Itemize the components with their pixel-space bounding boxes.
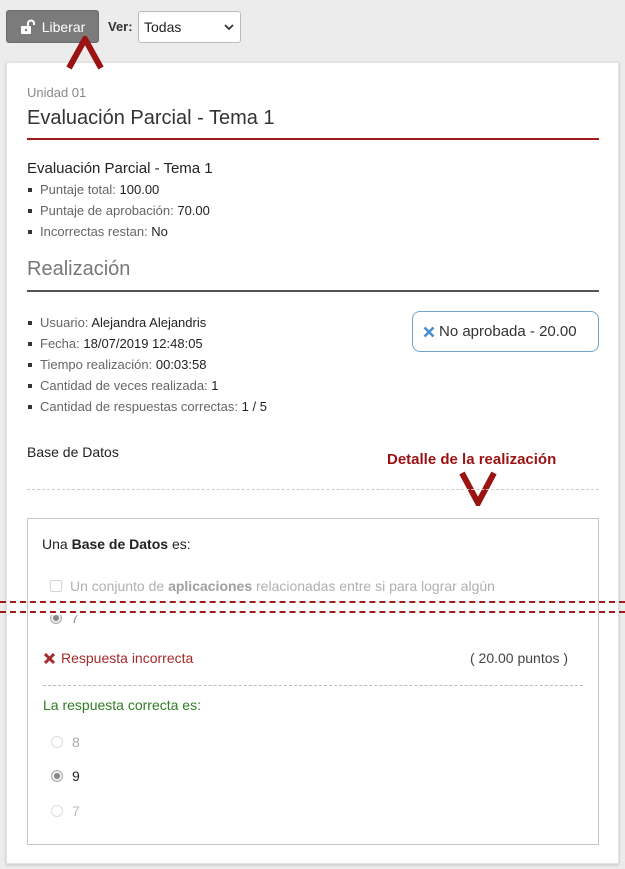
question-text: Una Base de Datos es: <box>42 536 191 552</box>
result-text: Respuesta incorrecta <box>61 650 194 666</box>
info-label: Puntaje de aprobación: <box>40 203 174 218</box>
info-label: Incorrectas restan: <box>40 224 148 239</box>
info-item-fecha: Fecha: 18/07/2019 12:48:05 <box>27 333 267 354</box>
info-item-tiempo: Tiempo realización: 00:03:58 <box>27 354 267 375</box>
info-value: 18/07/2019 12:48:05 <box>83 336 203 351</box>
points-label: ( 20.00 puntos ) <box>470 650 569 666</box>
option-suffix: relacionadas entre si para lograr algún <box>252 578 495 594</box>
liberar-label: Liberar <box>41 18 86 35</box>
ver-select[interactable]: Todas <box>138 11 241 43</box>
evaluation-name: Evaluación Parcial - Tema 1 <box>27 160 213 177</box>
answer-option-faded: Un conjunto de aplicaciones relacionadas… <box>50 578 495 594</box>
info-item-puntaje-aprobacion: Puntaje de aprobación: 70.00 <box>27 200 210 221</box>
ver-label: Ver: <box>108 19 133 34</box>
option-value: 8 <box>72 734 80 750</box>
realization-divider <box>27 290 599 292</box>
detail-annotation-label: Detalle de la realización <box>387 451 557 468</box>
section-name: Base de Datos <box>27 444 119 460</box>
realization-info-list: Usuario: Alejandra Alejandris Fecha: 18/… <box>27 312 267 417</box>
ver-select-value: Todas <box>144 19 182 35</box>
cut-line-top <box>0 601 625 603</box>
info-value: 100.00 <box>119 182 160 197</box>
info-value: 00:03:58 <box>155 357 207 372</box>
info-item-correctas: Cantidad de respuestas correctas: 1 / 5 <box>27 396 267 417</box>
info-value: Alejandra Alejandris <box>91 315 207 330</box>
status-text: No aprobada - 20.00 <box>439 323 577 340</box>
info-label: Puntaje total: <box>40 182 116 197</box>
option-text: Un conjunto de aplicaciones relacionadas… <box>70 578 495 594</box>
unit-label: Unidad 01 <box>27 85 87 100</box>
correct-option-3: 7 <box>51 803 80 819</box>
option-value: 7 <box>72 803 80 819</box>
radio-icon <box>51 736 63 748</box>
cut-line-bottom <box>0 611 625 613</box>
question-prefix: Una <box>42 536 72 552</box>
option-bold: aplicaciones <box>168 578 253 594</box>
info-item-veces: Cantidad de veces realizada: 1 <box>27 375 267 396</box>
radio-selected-icon <box>51 770 63 782</box>
correct-option-1: 8 <box>51 734 80 750</box>
correct-answer-label: La respuesta correcta es: <box>43 697 201 713</box>
info-label: Tiempo realización: <box>40 357 153 372</box>
info-item-usuario: Usuario: Alejandra Alejandris <box>27 312 267 333</box>
info-item-puntaje-total: Puntaje total: 100.00 <box>27 179 210 200</box>
info-value: No <box>151 224 168 239</box>
page-title: Evaluación Parcial - Tema 1 <box>27 107 275 129</box>
info-value: 1 <box>211 378 219 393</box>
caret-down-annotation-icon <box>459 471 497 506</box>
info-value: 70.00 <box>177 203 210 218</box>
close-icon <box>423 326 435 337</box>
info-value: 1 / 5 <box>241 399 267 414</box>
evaluation-info-list: Puntaje total: 100.00 Puntaje de aprobac… <box>27 179 210 242</box>
unlock-icon <box>20 19 35 34</box>
result-incorrect: Respuesta incorrecta <box>43 650 193 666</box>
info-label: Usuario: <box>40 315 89 330</box>
info-item-incorrectas-restan: Incorrectas restan: No <box>27 221 210 242</box>
answer-divider <box>43 685 583 686</box>
info-label: Cantidad de veces realizada: <box>40 378 208 393</box>
status-badge: No aprobada - 20.00 <box>412 311 599 352</box>
chevron-down-icon <box>224 24 234 31</box>
title-divider <box>27 138 599 140</box>
x-mark-icon <box>43 652 56 664</box>
correct-option-2: 9 <box>51 768 80 784</box>
checkbox-icon <box>50 580 62 592</box>
question-box <box>27 518 599 845</box>
radio-icon <box>51 805 63 817</box>
section-divider <box>27 489 599 490</box>
caret-up-annotation-icon <box>66 36 104 70</box>
option-prefix: Un conjunto de <box>70 578 169 594</box>
info-label: Cantidad de respuestas correctas: <box>40 399 238 414</box>
question-bold: Base de Datos <box>71 536 169 552</box>
info-label: Fecha: <box>40 336 80 351</box>
question-suffix: es: <box>168 536 191 552</box>
option-value: 9 <box>72 768 80 784</box>
realization-heading: Realización <box>27 258 131 280</box>
